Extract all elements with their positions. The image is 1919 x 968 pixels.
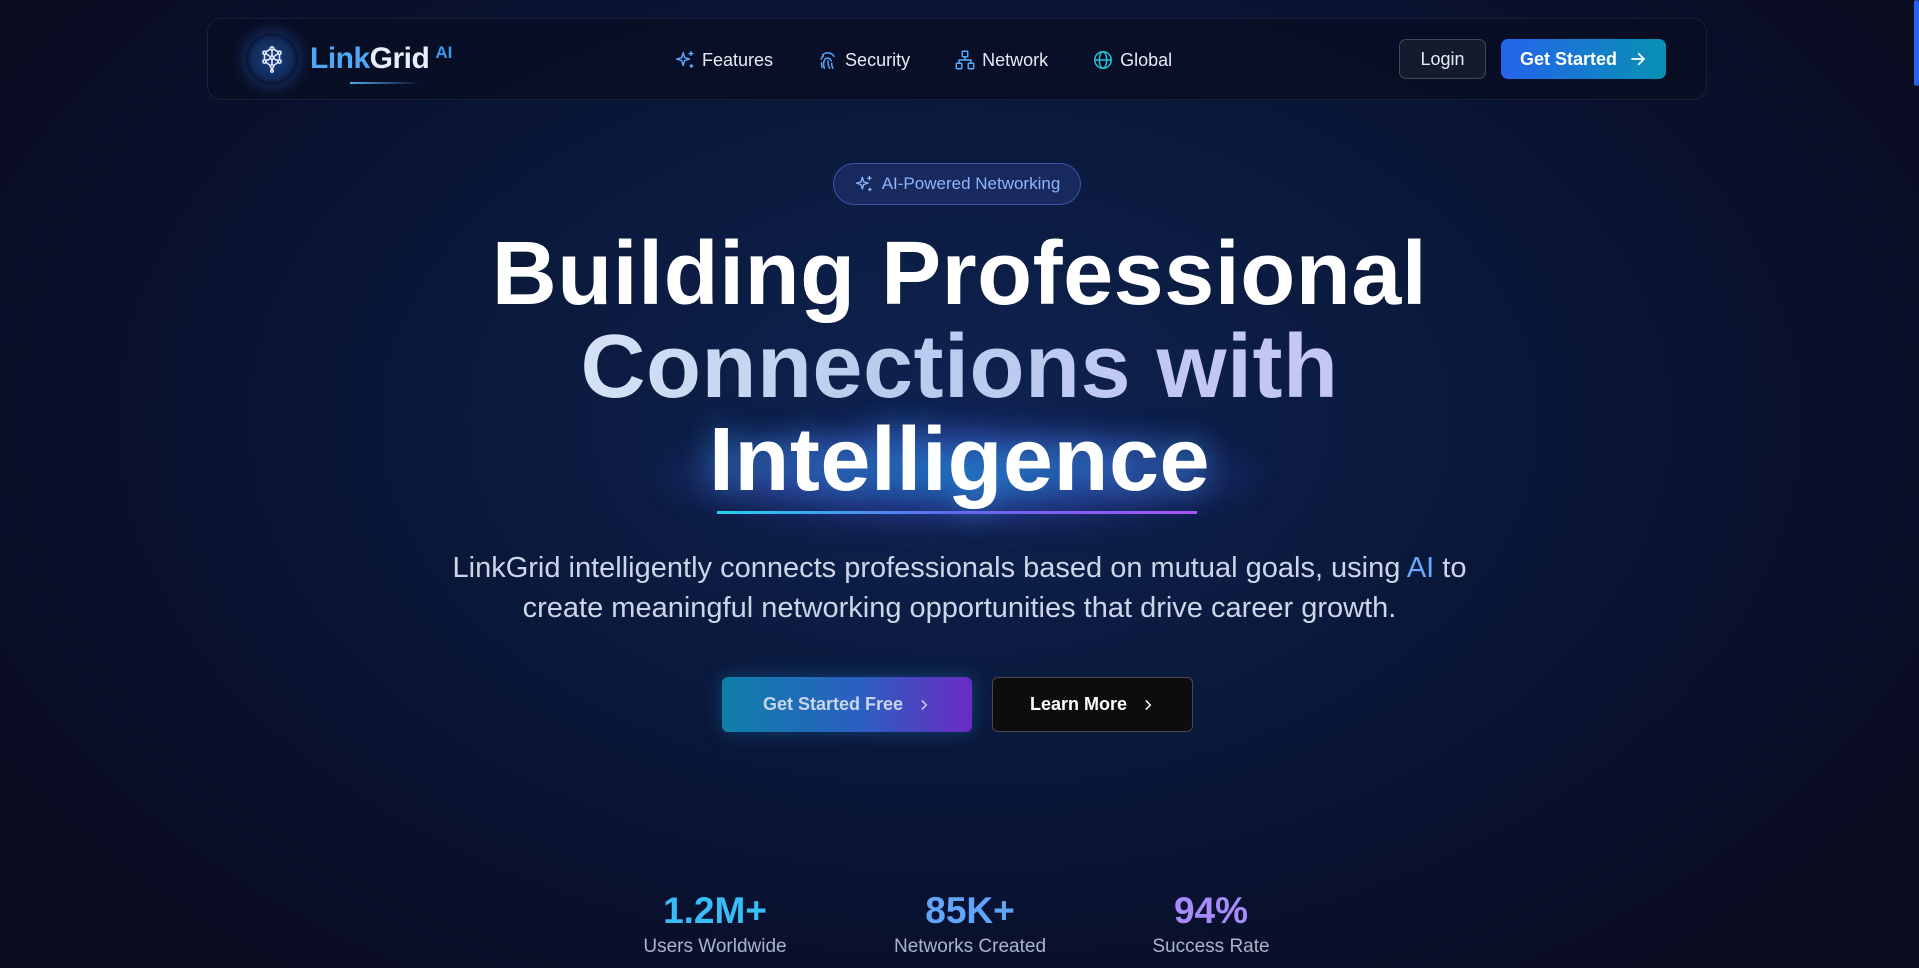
headline-line-2: Connections with — [0, 321, 1919, 414]
get-started-button[interactable]: Get Started — [1501, 39, 1666, 79]
cta-secondary-label: Learn More — [1029, 694, 1128, 714]
nav-links: Features Security Network Global — [674, 19, 1216, 101]
headline-underline — [717, 511, 1197, 514]
chevron-right-icon — [1141, 698, 1155, 712]
hero-badge-label: AI-Powered Networking — [881, 174, 1061, 193]
subtitle-text-1: LinkGrid intelligently connects professi… — [452, 552, 1407, 584]
nav-item-security[interactable]: Security — [817, 49, 910, 71]
nav-item-global[interactable]: Global — [1092, 49, 1172, 71]
network-icon — [954, 49, 976, 71]
cta-primary-label: Get Started Free — [762, 694, 904, 714]
fingerprint-icon — [817, 49, 839, 71]
stat-networks: 85K+ Networks Created — [870, 890, 1070, 958]
brand-name: LinkGrid — [310, 42, 430, 84]
hero-headline: Building Professional Connections with I… — [0, 224, 1919, 530]
stat-label: Users Worldwide — [643, 936, 787, 957]
nav-item-label: Global — [1120, 49, 1173, 70]
brand-name-grid: Grid — [369, 42, 430, 75]
nav-item-features[interactable]: Features — [674, 49, 773, 71]
stat-label: Success Rate — [1152, 936, 1270, 957]
hero-badge: AI-Powered Networking — [833, 163, 1081, 205]
stat-users: 1.2M+ Users Worldwide — [615, 890, 815, 958]
get-started-label: Get Started — [1519, 48, 1618, 69]
arrow-right-icon — [1629, 50, 1647, 68]
brand-ai-tag: AI — [435, 43, 453, 62]
headline-line-3: Intelligence — [708, 410, 1211, 510]
sparkle-icon — [674, 49, 696, 71]
nav-item-network[interactable]: Network — [954, 49, 1048, 71]
hero-subtitle: LinkGrid intelligently connects professi… — [0, 548, 1919, 628]
brand[interactable]: LinkGrid AI — [246, 33, 452, 85]
headline-line-1: Building Professional — [491, 224, 1428, 324]
subtitle-line-2: create meaningful networking opportuniti… — [522, 592, 1397, 624]
subtitle-text-2: to — [1434, 552, 1467, 584]
scrollbar-thumb[interactable] — [1914, 0, 1919, 86]
nav-item-label: Network — [982, 49, 1049, 70]
stat-value: 85K+ — [925, 890, 1015, 931]
nav-item-label: Features — [702, 49, 774, 70]
login-button[interactable]: Login — [1399, 39, 1486, 79]
brain-logo-icon — [246, 33, 298, 85]
brand-name-link: Link — [310, 42, 370, 75]
headline-line-3-wrap: Intelligence — [0, 414, 1919, 530]
stat-label: Networks Created — [893, 936, 1047, 957]
sparkle-icon — [854, 174, 874, 194]
globe-icon — [1092, 49, 1114, 71]
chevron-right-icon — [917, 698, 931, 712]
brand-underline — [350, 82, 420, 84]
nav-item-label: Security — [845, 49, 911, 70]
stat-value: 94% — [1173, 890, 1249, 931]
stat-value: 1.2M+ — [663, 890, 767, 931]
stat-success: 94% Success Rate — [1111, 890, 1311, 958]
subtitle-ai-highlight: AI — [1406, 552, 1435, 584]
learn-more-button[interactable]: Learn More — [992, 677, 1193, 732]
get-started-free-button[interactable]: Get Started Free — [722, 677, 972, 732]
navbar: LinkGrid AI Features Security Network Gl… — [207, 18, 1707, 100]
